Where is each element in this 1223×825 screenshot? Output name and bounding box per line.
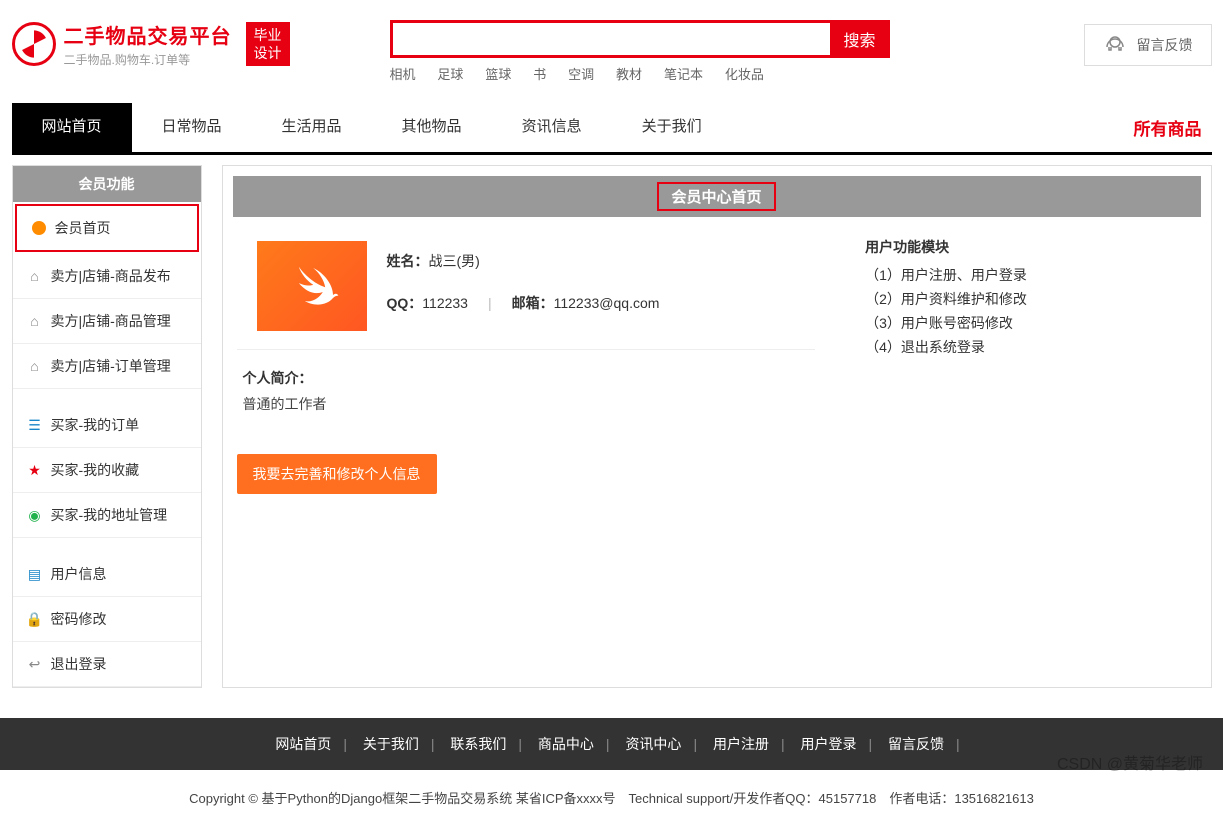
sidebar-item-seller-manage[interactable]: ⌂卖方|店铺-商品管理: [13, 299, 201, 344]
footer-link[interactable]: 关于我们: [363, 736, 419, 752]
nav-life[interactable]: 生活用品: [252, 103, 372, 152]
list-icon: ☰: [27, 417, 43, 433]
hot-word[interactable]: 足球: [437, 67, 463, 82]
house-icon: ⌂: [27, 313, 43, 329]
sidebar-item-password[interactable]: 🔒密码修改: [13, 597, 201, 642]
location-icon: ◉: [27, 507, 43, 523]
footer-link[interactable]: 商品中心: [538, 736, 594, 752]
sidebar-item-user-info[interactable]: ▤用户信息: [13, 552, 201, 597]
star-icon: ★: [27, 462, 43, 478]
house-icon: ⌂: [27, 268, 43, 284]
document-icon: ▤: [27, 566, 43, 582]
footer-link[interactable]: 用户注册: [713, 736, 769, 752]
site-title: 二手物品交易平台: [64, 20, 232, 49]
nav-about[interactable]: 关于我们: [612, 103, 732, 152]
hot-word[interactable]: 教材: [616, 67, 642, 82]
nav-daily[interactable]: 日常物品: [132, 103, 252, 152]
circle-icon: [31, 220, 47, 236]
content-panel: 会员中心首页 姓名：战三(男) QQ：112233|邮箱：112233@qq.c…: [222, 165, 1212, 688]
header: 二手物品交易平台 二手物品.购物车.订单等 毕业 设计 搜索 相机 足球 篮球 …: [12, 0, 1212, 93]
module-item: （1）用户注册、用户登录: [865, 265, 1186, 285]
sidebar-item-seller-orders[interactable]: ⌂卖方|店铺-订单管理: [13, 344, 201, 389]
search-input[interactable]: [390, 20, 830, 58]
search-button[interactable]: 搜索: [830, 20, 890, 58]
sidebar-item-buyer-favorites[interactable]: ★买家-我的收藏: [13, 448, 201, 493]
user-module-list: 用户功能模块 （1）用户注册、用户登录 （2）用户资料维护和修改 （3）用户账号…: [835, 227, 1196, 494]
main-nav: 网站首页 日常物品 生活用品 其他物品 资讯信息 关于我们 所有商品: [12, 103, 1212, 152]
sidebar: 会员功能 会员首页 ⌂卖方|店铺-商品发布 ⌂卖方|店铺-商品管理 ⌂卖方|店铺…: [12, 165, 202, 688]
copyright: Copyright © 基于Python的Django框架二手物品交易系统 某省…: [0, 770, 1223, 825]
sidebar-item-buyer-orders[interactable]: ☰买家-我的订单: [13, 403, 201, 448]
hot-word[interactable]: 化妆品: [725, 67, 764, 82]
info-name: 姓名：战三(男): [387, 251, 796, 271]
sidebar-item-member-home[interactable]: 会员首页: [15, 204, 199, 252]
site-subtitle: 二手物品.购物车.订单等: [64, 51, 232, 68]
logo[interactable]: 二手物品交易平台 二手物品.购物车.订单等 毕业 设计: [12, 20, 290, 68]
house-icon: ⌂: [27, 358, 43, 374]
sidebar-title: 会员功能: [13, 166, 201, 202]
edit-profile-button[interactable]: 我要去完善和修改个人信息: [237, 454, 437, 494]
footer-link[interactable]: 联系我们: [450, 736, 506, 752]
footer-link[interactable]: 资讯中心: [625, 736, 681, 752]
hot-words: 相机 足球 篮球 书 空调 教材 笔记本 化妆品: [390, 64, 1024, 83]
sidebar-item-seller-publish[interactable]: ⌂卖方|店铺-商品发布: [13, 254, 201, 299]
info-contact: QQ：112233|邮箱：112233@qq.com: [387, 293, 796, 313]
nav-news[interactable]: 资讯信息: [492, 103, 612, 152]
logo-icon: [12, 22, 56, 66]
sidebar-item-logout[interactable]: ↩退出登录: [13, 642, 201, 687]
nav-all-products[interactable]: 所有商品: [1124, 103, 1212, 152]
profile-area: 姓名：战三(男) QQ：112233|邮箱：112233@qq.com 个人简介…: [237, 227, 816, 494]
hot-word[interactable]: 相机: [390, 67, 416, 82]
logo-badge: 毕业 设计: [246, 22, 290, 66]
logout-icon: ↩: [27, 656, 43, 672]
footer-link[interactable]: 用户登录: [801, 736, 857, 752]
footer-nav: 网站首页| 关于我们| 联系我们| 商品中心| 资讯中心| 用户注册| 用户登录…: [0, 718, 1223, 770]
sidebar-item-buyer-address[interactable]: ◉买家-我的地址管理: [13, 493, 201, 538]
hot-word[interactable]: 书: [533, 67, 546, 82]
lock-icon: 🔒: [27, 611, 43, 627]
profile-intro: 个人简介： 普通的工作者: [237, 350, 816, 414]
search-box: 搜索: [390, 20, 1024, 58]
swift-bird-icon: [282, 256, 342, 316]
nav-home[interactable]: 网站首页: [12, 103, 132, 152]
module-item: （4）退出系统登录: [865, 337, 1186, 357]
feedback-button[interactable]: 留言反馈: [1084, 24, 1212, 66]
footer-link[interactable]: 留言反馈: [888, 736, 944, 752]
footer-link[interactable]: 网站首页: [275, 736, 331, 752]
content-header: 会员中心首页: [233, 176, 1201, 217]
headset-icon: [1103, 33, 1127, 57]
nav-other[interactable]: 其他物品: [372, 103, 492, 152]
module-item: （3）用户账号密码修改: [865, 313, 1186, 333]
module-item: （2）用户资料维护和修改: [865, 289, 1186, 309]
avatar: [257, 241, 367, 331]
hot-word[interactable]: 笔记本: [664, 67, 703, 82]
hot-word[interactable]: 空调: [568, 67, 594, 82]
hot-word[interactable]: 篮球: [485, 67, 511, 82]
